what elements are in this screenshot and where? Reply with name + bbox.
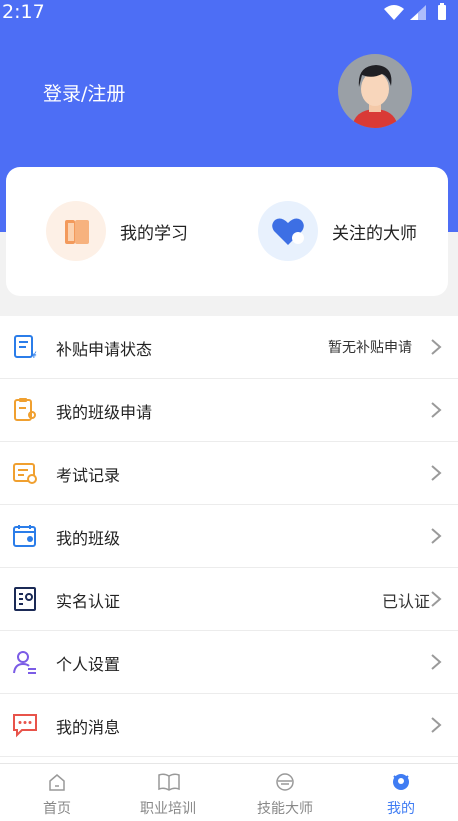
subsidy-status-value: 暂无补贴申请 <box>328 340 412 356</box>
chevron-right-icon <box>430 338 442 356</box>
status-icons <box>382 3 452 25</box>
home-icon <box>47 772 67 792</box>
id-card-icon <box>12 586 38 612</box>
svg-text:¥: ¥ <box>31 351 37 360</box>
wifi-icon <box>384 5 404 20</box>
menu-item-my-class[interactable]: 我的班级 <box>0 505 458 568</box>
chevron-right-icon <box>430 401 442 419</box>
menu-label: 考试记录 <box>56 466 121 485</box>
menu-item-my-messages[interactable]: 我的消息 <box>0 694 458 757</box>
class-calendar-icon <box>12 523 38 549</box>
tab-vocational-training[interactable]: 职业培训 <box>111 764 225 821</box>
verification-status-value: 已认证 <box>381 592 430 611</box>
menu-label: 我的班级 <box>56 529 121 548</box>
tab-mine[interactable]: 我的 <box>344 764 458 821</box>
person-settings-icon <box>12 649 38 675</box>
followed-masters-label: 关注的大师 <box>332 224 417 244</box>
tab-label: 首页 <box>43 801 71 817</box>
my-learning-label: 我的学习 <box>120 224 188 244</box>
exam-record-icon <box>12 460 38 486</box>
menu-label: 我的消息 <box>56 718 121 737</box>
status-time: 2:17 <box>2 1 45 23</box>
heart-icon <box>258 201 318 261</box>
tab-label: 我的 <box>387 801 415 817</box>
followed-masters-link[interactable]: 关注的大师 <box>258 201 438 263</box>
signal-icon <box>410 5 426 20</box>
menu-label: 个人设置 <box>56 655 121 674</box>
menu-label: 补贴申请状态 <box>56 340 153 359</box>
chevron-right-icon <box>430 716 442 734</box>
message-icon <box>12 712 38 738</box>
menu-list: ¥ 补贴申请状态 暂无补贴申请 我的班级申请 考试记录 我的班级 实名认证 已认… <box>0 316 458 766</box>
menu-item-real-name-auth[interactable]: 实名认证 已认证 <box>0 568 458 631</box>
menu-label: 我的班级申请 <box>56 403 153 422</box>
quick-links-card: 我的学习 关注的大师 <box>6 167 448 296</box>
tab-label: 职业培训 <box>140 801 196 817</box>
open-book-icon <box>158 772 180 792</box>
chevron-right-icon <box>430 464 442 482</box>
tab-label: 技能大师 <box>257 801 313 817</box>
avatar[interactable] <box>338 54 412 128</box>
chevron-right-icon <box>430 590 442 608</box>
menu-label: 实名认证 <box>56 592 121 611</box>
menu-item-personal-settings[interactable]: 个人设置 <box>0 631 458 694</box>
menu-item-class-application[interactable]: 我的班级申请 <box>0 379 458 442</box>
master-icon <box>275 772 295 792</box>
profile-icon <box>391 772 411 792</box>
tab-home[interactable]: 首页 <box>0 764 114 821</box>
tab-skill-masters[interactable]: 技能大师 <box>228 764 342 821</box>
bottom-tab-bar: 首页 职业培训 技能大师 我的 <box>0 763 458 821</box>
book-icon <box>46 201 106 261</box>
menu-item-subsidy-status[interactable]: ¥ 补贴申请状态 暂无补贴申请 <box>0 316 458 379</box>
chevron-right-icon <box>430 527 442 545</box>
menu-item-exam-records[interactable]: 考试记录 <box>0 442 458 505</box>
class-application-icon <box>12 397 38 423</box>
status-bar: 2:17 <box>0 0 458 24</box>
my-learning-link[interactable]: 我的学习 <box>46 201 216 263</box>
subsidy-form-icon: ¥ <box>12 334 38 361</box>
battery-icon <box>438 3 446 20</box>
chevron-right-icon <box>430 653 442 671</box>
login-register-link[interactable]: 登录/注册 <box>43 79 125 106</box>
